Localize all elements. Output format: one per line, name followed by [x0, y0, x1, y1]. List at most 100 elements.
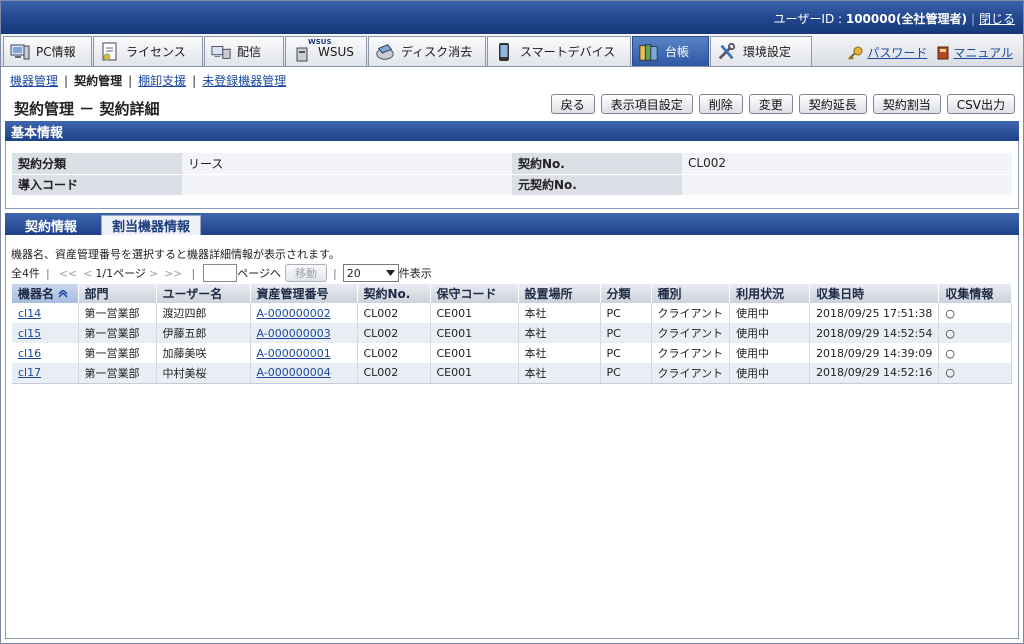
subnav-unregistered-devices[interactable]: 未登録機器管理 — [202, 74, 286, 88]
type-cell: クライアント — [651, 323, 731, 343]
per-page-select[interactable]: 20 — [342, 264, 399, 282]
asset-number-link[interactable]: A-000000002 — [257, 307, 331, 320]
display-settings-button[interactable]: 表示項目設定 — [600, 94, 693, 114]
tab-smart-device[interactable]: スマートデバイス — [487, 36, 631, 66]
info-value: CL002 — [682, 153, 1012, 175]
device-name-link[interactable]: cl17 — [18, 366, 41, 379]
device-name-cell: cl16 — [12, 343, 79, 363]
move-button[interactable]: 移動 — [285, 264, 328, 282]
prev-page-button[interactable]: < — [83, 267, 92, 280]
device-name-link[interactable]: cl16 — [18, 347, 41, 360]
info-key: 契約分類 — [12, 153, 182, 175]
maintenance-code-cell: CE001 — [430, 303, 519, 323]
asset-number-link[interactable]: A-000000001 — [257, 347, 331, 360]
tab-links: パスワード マニュアル — [847, 44, 1013, 61]
column-header-maintenance-code[interactable]: 保守コード — [430, 284, 519, 303]
table-header-row: 機器名 部門 ユーザー名 資産管理番号 契約No. 保守コード 設置場所 分類 … — [12, 284, 1012, 303]
subnav-inventory-support[interactable]: 棚卸支援 — [138, 74, 186, 88]
tab-wsus[interactable]: WSUS WSUS — [285, 36, 367, 66]
wsus-badge: WSUS — [308, 38, 332, 46]
disk-erase-icon — [375, 42, 395, 62]
usage-status-cell: 使用中 — [729, 343, 811, 363]
pager-separator: | — [191, 266, 196, 280]
column-header-asset-number[interactable]: 資産管理番号 — [250, 284, 358, 303]
chevron-down-icon — [385, 270, 395, 276]
tab-label: ライセンス — [126, 45, 186, 59]
column-header-type[interactable]: 種別 — [651, 284, 731, 303]
collected-info-cell: ○ — [938, 363, 1012, 384]
pc-icon — [10, 42, 30, 62]
csv-export-button[interactable]: CSV出力 — [946, 94, 1015, 114]
info-row: 契約分類 リース 契約No. CL002 — [12, 153, 1012, 175]
column-header-category[interactable]: 分類 — [600, 284, 652, 303]
column-header-label: 機器名 — [18, 287, 55, 301]
tab-settings[interactable]: 環境設定 — [710, 36, 812, 66]
asset-number-cell: A-000000004 — [250, 363, 358, 384]
main-tab-bar: PC情報 ライセンス 配信 WSUS WSUS ディスク消去 スマートデバイス — [1, 34, 1023, 67]
asset-number-cell: A-000000002 — [250, 303, 358, 323]
manual-link-group: マニュアル — [937, 44, 1013, 61]
delete-button[interactable]: 削除 — [698, 94, 743, 114]
tab-license[interactable]: ライセンス — [93, 36, 203, 66]
asset-number-link[interactable]: A-000000004 — [257, 366, 331, 379]
edit-button[interactable]: 変更 — [748, 94, 793, 114]
close-link[interactable]: 閉じる — [979, 12, 1015, 26]
tab-disk-erase[interactable]: ディスク消去 — [368, 36, 486, 66]
tab-assigned-devices[interactable]: 割当機器情報 — [101, 215, 202, 235]
subnav-device-management[interactable]: 機器管理 — [10, 74, 58, 88]
location-cell: 本社 — [518, 303, 601, 323]
next-page-button[interactable]: > — [149, 267, 158, 280]
device-name-link[interactable]: cl15 — [18, 327, 41, 340]
column-header-contract-no[interactable]: 契約No. — [357, 284, 431, 303]
tab-pc-info[interactable]: PC情報 — [3, 36, 92, 66]
assign-contract-button[interactable]: 契約割当 — [872, 94, 941, 114]
basic-info-box: 契約分類 リース 契約No. CL002 導入コード 元契約No. — [5, 141, 1019, 209]
tab-contract-info[interactable]: 契約情報 — [15, 215, 87, 235]
column-header-usage-status[interactable]: 利用状況 — [729, 284, 811, 303]
info-value: リース — [182, 153, 512, 175]
manual-link[interactable]: マニュアル — [953, 44, 1013, 61]
asset-number-link[interactable]: A-000000003 — [257, 327, 331, 340]
location-cell: 本社 — [518, 323, 601, 343]
user-info: ユーザーID : 100000(全社管理者) | 閉じる — [774, 10, 1015, 27]
column-header-location[interactable]: 設置場所 — [518, 284, 601, 303]
column-header-device-name[interactable]: 機器名 — [12, 284, 79, 303]
contract-no-cell: CL002 — [357, 323, 431, 343]
device-name-link[interactable]: cl14 — [18, 307, 41, 320]
password-link[interactable]: パスワード — [867, 44, 927, 61]
page-number-input[interactable] — [203, 264, 238, 282]
maintenance-code-cell: CE001 — [430, 343, 519, 363]
column-header-user-name[interactable]: ユーザー名 — [156, 284, 251, 303]
column-header-collected-info[interactable]: 収集情報 — [938, 284, 1012, 303]
last-page-button[interactable]: >> — [164, 267, 182, 280]
collected-at-cell: 2018/09/25 17:51:38 — [809, 303, 940, 323]
tab-delivery[interactable]: 配信 — [204, 36, 284, 66]
first-page-button[interactable]: << — [59, 267, 77, 280]
basic-info-header: 基本情報 — [5, 121, 1019, 141]
user-name-cell: 中村美桜 — [156, 363, 251, 384]
column-header-department[interactable]: 部門 — [78, 284, 157, 303]
action-buttons: 戻る 表示項目設定 削除 変更 契約延長 契約割当 CSV出力 — [550, 94, 1015, 114]
type-cell: クライアント — [651, 363, 731, 384]
tab-ledger[interactable]: 台帳 — [632, 36, 709, 66]
delivery-icon — [211, 42, 231, 62]
top-header: ユーザーID : 100000(全社管理者) | 閉じる — [1, 1, 1023, 34]
back-button[interactable]: 戻る — [550, 94, 595, 114]
category-cell: PC — [600, 363, 652, 384]
extend-contract-button[interactable]: 契約延長 — [798, 94, 867, 114]
hint-text: 機器名、資産管理番号を選択すると機器詳細情報が表示されます。 — [11, 248, 340, 261]
contract-no-cell: CL002 — [357, 303, 431, 323]
asset-number-cell: A-000000001 — [250, 343, 358, 363]
sub-navigation: 機器管理 | 契約管理 | 棚卸支援 | 未登録機器管理 — [10, 72, 286, 89]
tab-label: ディスク消去 — [401, 45, 473, 59]
column-header-collected-at[interactable]: 収集日時 — [809, 284, 940, 303]
tab-label: 配信 — [237, 45, 262, 59]
collected-info-cell: ○ — [938, 343, 1012, 363]
department-cell: 第一営業部 — [78, 323, 157, 343]
per-page-suffix: 件表示 — [398, 267, 432, 280]
smartphone-icon — [494, 42, 514, 62]
user-id-label: ユーザーID : — [773, 12, 846, 26]
type-cell: クライアント — [651, 343, 731, 363]
basic-info-table: 契約分類 リース 契約No. CL002 導入コード 元契約No. — [12, 153, 1012, 196]
info-key: 元契約No. — [512, 174, 682, 196]
